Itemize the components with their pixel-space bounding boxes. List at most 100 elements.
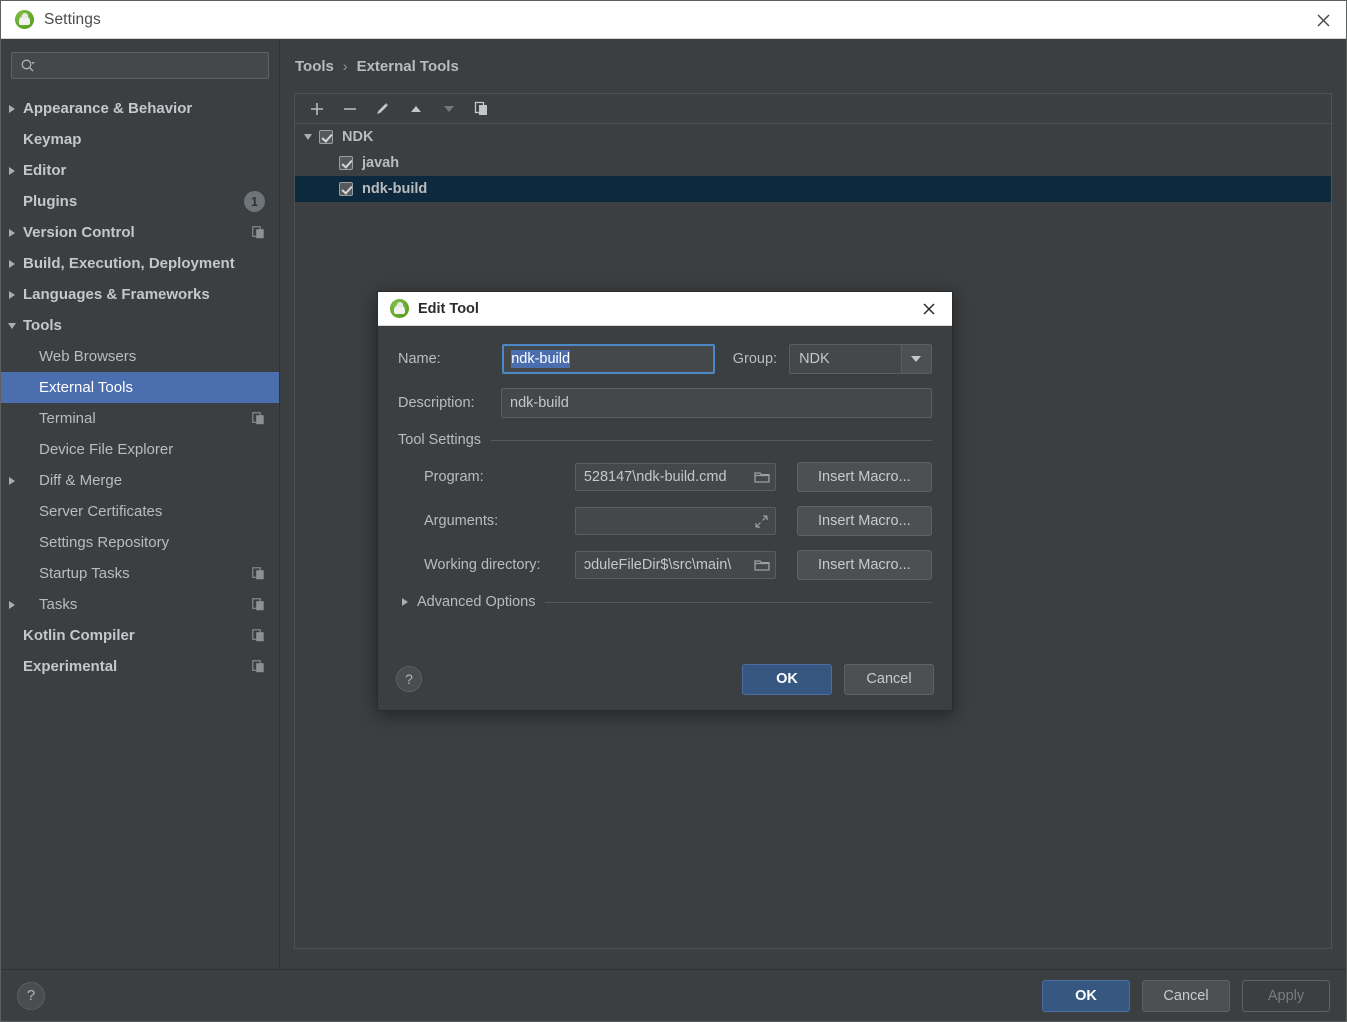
chevron-right-icon[interactable]	[1, 290, 23, 299]
external-tools-toolbar	[295, 94, 1331, 124]
program-input[interactable]: 528147\ndk-build.cmd	[574, 463, 776, 491]
settings-category-tree: Appearance & Behavior Keymap Editor Plugins…	[1, 93, 279, 682]
advanced-options-label: Advanced Options	[417, 594, 536, 610]
chevron-right-icon[interactable]	[1, 104, 23, 113]
sidebar-item-plugins[interactable]: Plugins 1	[1, 186, 279, 217]
sidebar-item-label: Server Certificates	[39, 503, 163, 520]
divider	[491, 439, 932, 441]
remove-button[interactable]	[334, 95, 365, 123]
move-down-button[interactable]	[433, 95, 464, 123]
working-directory-value: ɔduleFileDir$\src\main\	[583, 557, 732, 573]
description-input-value: ndk-build	[510, 395, 569, 411]
tool-list-item[interactable]: NDK	[295, 124, 1331, 150]
sidebar-item-languages-frameworks[interactable]: Languages & Frameworks	[1, 279, 279, 310]
chevron-down-icon[interactable]	[297, 134, 319, 140]
sidebar-item-diff-merge[interactable]: Diff & Merge	[1, 465, 279, 496]
tool-enabled-checkbox[interactable]	[339, 156, 353, 170]
sidebar-item-keymap[interactable]: Keymap	[1, 124, 279, 155]
dialog-help-button[interactable]: ?	[396, 666, 422, 692]
arguments-row: Arguments: Insert Macro...	[424, 506, 932, 536]
dialog-titlebar: Edit Tool	[378, 292, 952, 326]
arguments-insert-macro-button[interactable]: Insert Macro...	[796, 506, 932, 536]
description-input[interactable]: ndk-build	[501, 388, 932, 418]
breadcrumb-parent[interactable]: Tools	[295, 58, 334, 75]
add-button[interactable]	[301, 95, 332, 123]
move-up-button[interactable]	[400, 95, 431, 123]
arguments-input[interactable]	[574, 507, 776, 535]
expand-icon[interactable]	[753, 514, 771, 529]
chevron-right-icon[interactable]	[1, 228, 23, 237]
question-mark-icon: ?	[405, 671, 413, 687]
sidebar-item-appearance-behavior[interactable]: Appearance & Behavior	[1, 93, 279, 124]
tool-list-item-label: NDK	[342, 129, 374, 145]
apply-button[interactable]: Apply	[1242, 979, 1330, 1012]
description-label: Description:	[398, 395, 475, 411]
sidebar-item-label: Version Control	[23, 224, 135, 241]
dialog-cancel-button[interactable]: Cancel	[844, 663, 934, 695]
sidebar-item-server-certificates[interactable]: Server Certificates	[1, 496, 279, 527]
program-row: Program: 528147\ndk-build.cmd Insert Mac…	[424, 462, 932, 492]
sidebar-item-terminal[interactable]: Terminal	[1, 403, 279, 434]
search-input[interactable]	[11, 52, 269, 79]
sidebar-item-kotlin-compiler[interactable]: Kotlin Compiler	[1, 620, 279, 651]
sidebar-item-settings-repository[interactable]: Settings Repository	[1, 527, 279, 558]
chevron-down-icon[interactable]	[1, 322, 23, 329]
group-value: NDK	[799, 351, 830, 367]
edit-tool-dialog: Edit Tool Name: ndk-build Group: NDK Des…	[377, 291, 953, 711]
sidebar-item-tools[interactable]: Tools	[1, 310, 279, 341]
tool-list-item[interactable]: javah	[295, 150, 1331, 176]
dialog-actions: OK Cancel	[742, 663, 934, 695]
sidebar-item-device-file-explorer[interactable]: Device File Explorer	[1, 434, 279, 465]
sidebar-item-label: Tasks	[39, 596, 78, 613]
sidebar-item-editor[interactable]: Editor	[1, 155, 279, 186]
dialog-ok-button[interactable]: OK	[742, 663, 832, 695]
sidebar-item-label: Build, Execution, Deployment	[23, 255, 235, 272]
close-icon	[923, 303, 935, 315]
question-mark-icon: ?	[26, 987, 36, 1004]
group-dropdown[interactable]: NDK	[789, 344, 932, 374]
copy-button[interactable]	[466, 95, 497, 123]
sidebar-item-startup-tasks[interactable]: Startup Tasks	[1, 558, 279, 589]
sidebar-item-tasks[interactable]: Tasks	[1, 589, 279, 620]
tool-enabled-checkbox[interactable]	[339, 182, 353, 196]
tool-list-item-label: javah	[362, 155, 400, 171]
edit-button[interactable]	[367, 95, 398, 123]
working-directory-insert-macro-button[interactable]: Insert Macro...	[796, 550, 932, 580]
advanced-options-toggle[interactable]: Advanced Options	[398, 594, 932, 610]
arrow-up-icon	[410, 105, 421, 112]
folder-icon[interactable]	[753, 558, 771, 572]
sidebar-item-external-tools[interactable]: External Tools	[1, 372, 279, 403]
name-input[interactable]: ndk-build	[502, 344, 715, 374]
divider	[544, 601, 932, 603]
window-title: Settings	[44, 10, 101, 28]
tool-list-item[interactable]: ndk-build	[295, 176, 1331, 202]
working-directory-input[interactable]: ɔduleFileDir$\src\main\	[574, 551, 776, 579]
sidebar-item-version-control[interactable]: Version Control	[1, 217, 279, 248]
chevron-right-icon[interactable]	[1, 259, 23, 268]
sidebar-item-label: Diff & Merge	[39, 472, 123, 489]
cancel-button[interactable]: Cancel	[1142, 979, 1230, 1012]
breadcrumb-separator-icon: ›	[342, 58, 348, 74]
copy-settings-icon	[252, 629, 265, 642]
program-insert-macro-button[interactable]: Insert Macro...	[796, 462, 932, 492]
dialog-close-button[interactable]	[912, 292, 946, 326]
sidebar-item-web-browsers[interactable]: Web Browsers	[1, 341, 279, 372]
folder-icon[interactable]	[753, 470, 771, 484]
ok-button[interactable]: OK	[1042, 979, 1130, 1012]
help-button[interactable]: ?	[17, 981, 45, 1010]
window-close-button[interactable]	[1300, 1, 1346, 39]
tool-settings-group: Tool Settings Program: 528147\ndk-build.…	[398, 432, 932, 580]
sidebar-item-build-execution-deployment[interactable]: Build, Execution, Deployment	[1, 248, 279, 279]
tool-enabled-checkbox[interactable]	[319, 130, 333, 144]
program-label: Program:	[424, 469, 484, 485]
chevron-right-icon[interactable]	[1, 476, 23, 485]
tool-settings-rows: Program: 528147\ndk-build.cmd Insert Mac…	[398, 462, 932, 580]
chevron-right-icon[interactable]	[1, 166, 23, 175]
chevron-down-icon[interactable]	[900, 345, 931, 373]
tool-settings-title-row: Tool Settings	[398, 432, 932, 448]
chevron-right-icon[interactable]	[1, 600, 23, 609]
sidebar-item-experimental[interactable]: Experimental	[1, 651, 279, 682]
plus-icon	[310, 102, 323, 115]
description-row: Description: ndk-build	[398, 388, 932, 418]
copy-settings-icon	[252, 226, 265, 239]
